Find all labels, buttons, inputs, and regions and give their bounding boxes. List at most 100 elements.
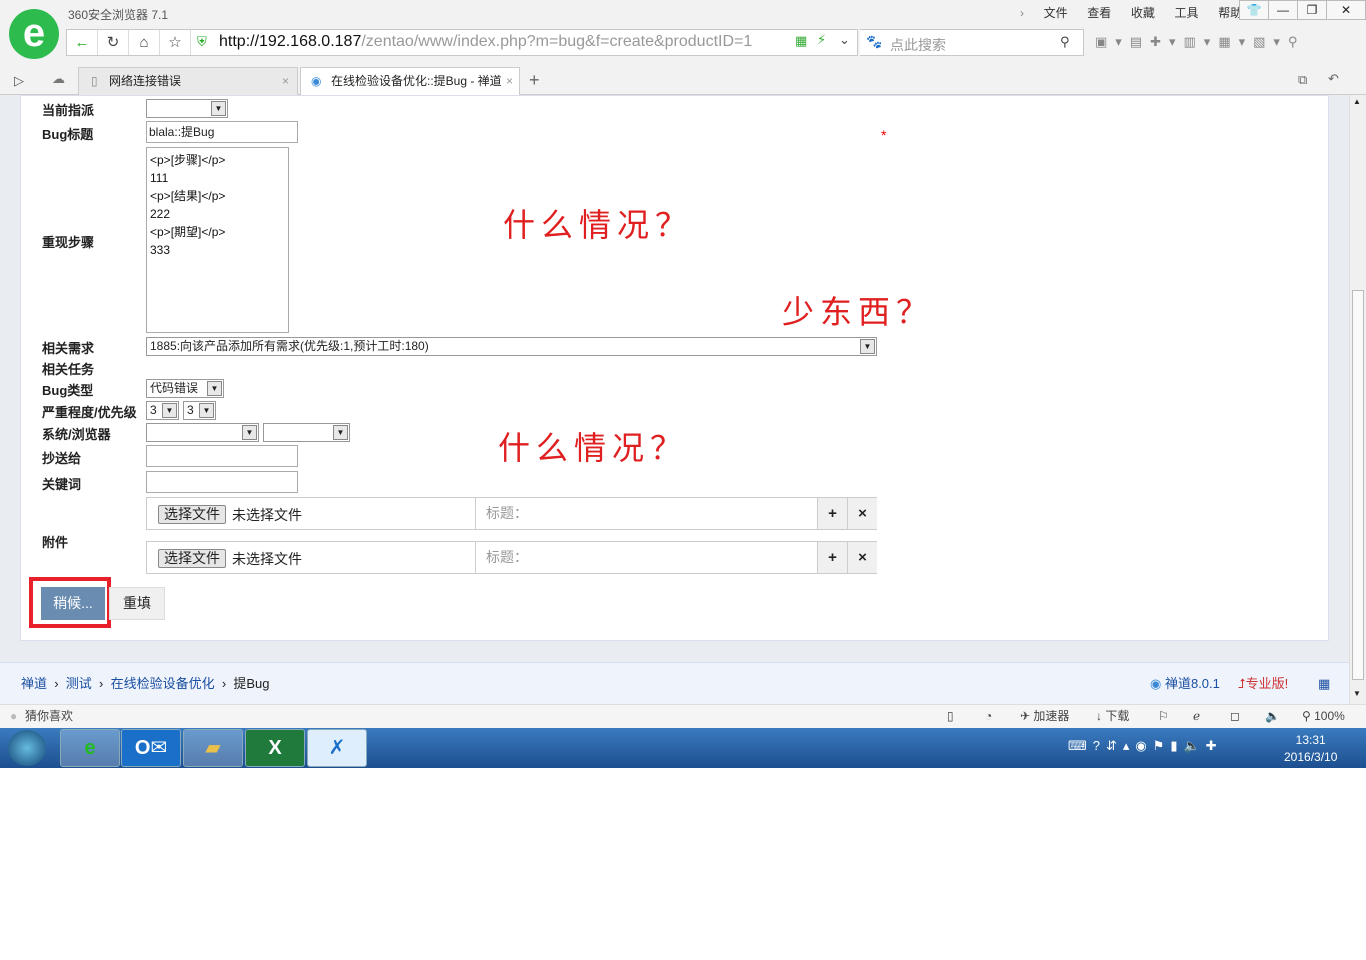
close-window-button[interactable]: ✕ <box>1326 0 1366 20</box>
skin-icon[interactable]: 👕 <box>1239 0 1269 20</box>
address-bar[interactable]: ← ↻ ⌂ ☆ ⛨ http://192.168.0.187/zentao/ww… <box>66 29 858 56</box>
mailto-input[interactable] <box>146 445 298 467</box>
flag-icon[interactable]: ⚐ <box>1158 705 1169 727</box>
zentao-favicon-icon: ◉ <box>311 74 322 88</box>
reset-button[interactable]: 重填 <box>109 587 165 620</box>
taskbar-excel-icon[interactable]: X <box>245 729 305 767</box>
menu-favorites[interactable]: 收藏 <box>1131 6 1155 20</box>
zoom-level[interactable]: ⚲ 100% <box>1302 705 1345 727</box>
choose-file-button[interactable]: 选择文件 <box>158 549 226 568</box>
os-select[interactable]: ▼ <box>146 423 259 442</box>
tab-zentao-bug[interactable]: ◉ 在线检验设备优化::提Bug - 禅道 × <box>300 67 520 95</box>
chevron-down-icon: ▼ <box>211 101 226 116</box>
vertical-scrollbar[interactable]: ▲ ▼ <box>1349 95 1366 704</box>
undo-close-icon[interactable]: ↶ <box>1328 71 1339 87</box>
zentao-version-link[interactable]: ◉ 禅道8.0.1 <box>1150 663 1220 705</box>
tab-close-icon[interactable]: × <box>282 68 289 95</box>
browser-select[interactable]: ▼ <box>263 423 350 442</box>
accelerator-button[interactable]: ✈ 加速器 <box>1020 705 1069 727</box>
chevron-down-icon: ▼ <box>333 425 348 440</box>
task-label: 相关任务 <box>42 362 95 377</box>
story-select[interactable]: 1885:向该产品添加所有需求(优先级:1,预计工时:180) ▼ <box>146 337 877 356</box>
recommend-link[interactable]: 猜你喜欢 <box>25 705 73 727</box>
search-icon[interactable]: ⚲ <box>1060 34 1070 50</box>
menu-view[interactable]: 查看 <box>1087 6 1111 20</box>
choose-file-button[interactable]: 选择文件 <box>158 505 226 524</box>
lightning-icon[interactable]: ⚡ <box>817 32 826 48</box>
title-label: Bug标题 <box>42 127 94 142</box>
status-bar: ● 猜你喜欢 ▯ ◔ ✈ 加速器 ↓ 下载 ⚐ ℯ ◻ 🔈 ⚲ 100% <box>0 704 1366 728</box>
severity-select[interactable]: 3 ▼ <box>146 401 179 420</box>
scrollbar-thumb[interactable] <box>1352 290 1364 680</box>
priority-select[interactable]: 3 ▼ <box>183 401 216 420</box>
back-icon[interactable]: ← <box>67 30 98 55</box>
chevron-down-icon: ▼ <box>242 425 257 440</box>
home-icon[interactable]: ⌂ <box>129 30 160 55</box>
file-title-input[interactable]: 标题： <box>475 498 818 529</box>
window-icon[interactable]: ◻ <box>1230 705 1240 727</box>
tab-label: 在线检验设备优化::提Bug - 禅道 <box>331 74 502 88</box>
zentao-logo-icon: ◉ <box>1150 676 1162 691</box>
cloud-icon[interactable]: ☁ <box>52 71 65 87</box>
taskbar-outlook-icon[interactable]: O✉ <box>121 729 181 767</box>
breadcrumb-zentao[interactable]: 禅道 <box>21 676 47 691</box>
tab-list-icon[interactable]: ⧉ <box>1298 72 1307 88</box>
url-text[interactable]: http://192.168.0.187/zentao/www/index.ph… <box>219 33 789 51</box>
search-placeholder: 点此搜索 <box>890 37 946 53</box>
required-mark: * <box>881 127 887 143</box>
maximize-button[interactable]: ❐ <box>1297 0 1327 20</box>
chevron-down-icon: ▼ <box>207 381 222 396</box>
taskbar-360browser-icon[interactable]: e <box>60 729 120 767</box>
steps-textarea[interactable]: <p>[步骤]</p> 111 <p>[结果]</p> 222 <p>[期望]<… <box>146 147 289 333</box>
add-file-button[interactable]: + <box>817 542 847 573</box>
breadcrumb-test[interactable]: 测试 <box>66 676 92 691</box>
scroll-up-icon[interactable]: ▲ <box>1353 97 1361 106</box>
menu-file[interactable]: 文件 <box>1044 6 1068 20</box>
speed-icon[interactable]: ◔ <box>985 705 992 727</box>
dot-icon: ● <box>10 709 18 723</box>
taskbar-app-icon[interactable]: ✗ <box>307 729 367 767</box>
story-label: 相关需求 <box>42 341 95 356</box>
remove-file-button[interactable]: × <box>847 498 877 529</box>
breadcrumb-current: 提Bug <box>233 676 270 691</box>
dropdown-chevron-icon[interactable]: ⌄ <box>839 32 850 48</box>
favorite-star-icon[interactable]: ☆ <box>160 30 191 55</box>
extension-icons[interactable]: ▣▾▤✚▾▥▾▦▾▧▾⚲ <box>1095 34 1305 50</box>
submit-button[interactable]: 稍候... <box>41 587 105 620</box>
new-tab-button[interactable]: + <box>529 70 540 91</box>
search-box[interactable]: 🐾 点此搜索 ⚲ <box>860 29 1084 56</box>
scroll-down-icon[interactable]: ▼ <box>1353 689 1361 698</box>
remove-file-button[interactable]: × <box>847 542 877 573</box>
clock[interactable]: 13:31 2016/3/10 <box>1284 732 1337 766</box>
pro-edition-link[interactable]: ⮥专业版! <box>1238 663 1288 705</box>
type-select[interactable]: 代码错误 ▼ <box>146 379 224 398</box>
sidebar-toggle-icon[interactable]: ▷ <box>14 73 24 89</box>
tab-network-error[interactable]: ▯ 网络连接错误 × <box>78 67 298 95</box>
system-tray-icons[interactable]: ⌨?⇵▴◉⚑▮🔈✚ <box>1068 738 1223 754</box>
refresh-icon[interactable]: ↻ <box>98 30 129 55</box>
chevron-down-icon: ▼ <box>860 339 875 354</box>
taskbar-explorer-icon[interactable]: ▰ <box>183 729 243 767</box>
bug-title-input[interactable]: blala::提Bug <box>146 121 298 143</box>
no-file-text: 未选择文件 <box>232 551 302 567</box>
assigned-select[interactable]: ▼ <box>146 99 228 118</box>
menu-tools[interactable]: 工具 <box>1175 6 1199 20</box>
ie-icon[interactable]: ℯ <box>1193 705 1200 727</box>
qrcode-icon[interactable]: ▦ <box>795 33 807 49</box>
os-browser-label: 系统/浏览器 <box>42 427 111 442</box>
mobile-icon[interactable]: ▯ <box>947 705 954 727</box>
start-button[interactable] <box>8 730 46 766</box>
add-file-button[interactable]: + <box>817 498 847 529</box>
tab-close-icon[interactable]: × <box>505 68 513 95</box>
minimize-button[interactable]: — <box>1268 0 1298 20</box>
breadcrumb-product[interactable]: 在线检验设备优化 <box>111 676 215 691</box>
file-title-input[interactable]: 标题： <box>475 542 818 573</box>
qrcode-icon[interactable]: ▦ <box>1318 663 1330 705</box>
volume-icon[interactable]: 🔈 <box>1265 705 1280 727</box>
annotation-text: 什么情况？ <box>498 429 689 467</box>
download-button[interactable]: ↓ 下载 <box>1096 705 1129 727</box>
baidu-paw-icon[interactable]: 🐾 <box>866 34 882 50</box>
arrow-up-icon: ⮥ <box>1238 676 1246 691</box>
keywords-input[interactable] <box>146 471 298 493</box>
attachment-row: 选择文件 未选择文件 标题： + × <box>146 541 877 574</box>
